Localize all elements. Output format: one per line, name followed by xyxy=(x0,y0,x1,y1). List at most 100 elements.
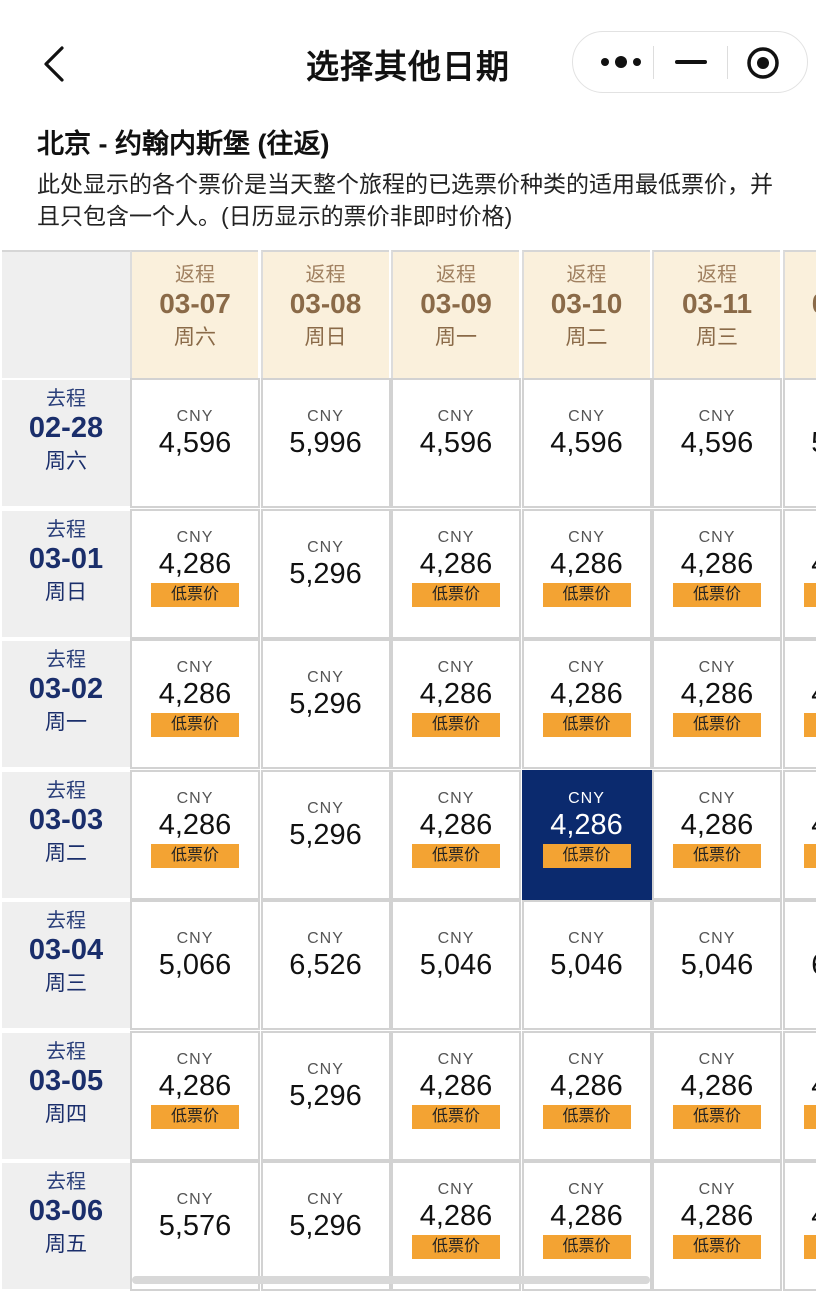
more-dots-icon[interactable] xyxy=(595,46,651,78)
fare-price: 4,596 xyxy=(419,427,493,459)
return-label: 返程 xyxy=(566,264,607,286)
fare-price: 4,286 xyxy=(680,1200,754,1232)
return-date-header[interactable]: 返程 03-07 周六 xyxy=(130,250,258,378)
fare-cell[interactable]: CNY 4,596 xyxy=(521,378,652,508)
fare-price: 4,286 xyxy=(680,547,754,580)
fare-cell[interactable]: CNY4,286低票价 xyxy=(391,639,521,769)
fare-cell[interactable]: CNY5,996 xyxy=(782,378,816,508)
depart-date-header[interactable]: 去程 03-01 周日 xyxy=(2,508,130,637)
low-fare-badge: 低票价 xyxy=(542,1235,631,1259)
fare-cell[interactable]: CNY 5,066 xyxy=(130,900,260,1030)
fare-cell[interactable]: CNY4,286低票价 xyxy=(391,508,521,639)
fare-cell[interactable]: CNY4,286低票价 xyxy=(521,1030,652,1161)
fare-price: 4,286 xyxy=(550,808,623,841)
fare-cell[interactable]: CNY4,286低票价 xyxy=(652,508,782,639)
fare-cell[interactable]: CNY 6,526 xyxy=(260,900,391,1030)
currency-label: CNY xyxy=(176,1191,214,1208)
currency-label: CNY xyxy=(785,529,816,547)
return-date-header[interactable]: 返程 03-09 周一 xyxy=(391,250,519,378)
depart-weekday: 周一 xyxy=(45,711,87,734)
fare-cell[interactable]: CNY4,286低票价 xyxy=(130,508,260,639)
fare-cell[interactable]: CNY 5,046 xyxy=(391,900,521,1030)
fare-cell[interactable]: CNY4,286低票价 xyxy=(782,639,816,769)
navigation-bar: 选择其他日期 xyxy=(0,0,816,120)
return-date-header[interactable]: 返程 03-11 周三 xyxy=(652,250,780,378)
fare-cell[interactable]: CNY4,286低票价 xyxy=(521,1161,652,1291)
fare-cell[interactable]: CNY 5,296 xyxy=(260,508,391,639)
target-close-icon[interactable] xyxy=(745,45,781,81)
currency-label: CNY xyxy=(307,930,344,947)
return-weekday: 周三 xyxy=(696,326,738,349)
horizontal-scrollbar[interactable] xyxy=(132,1276,650,1284)
fare-cell[interactable]: CNY 5,046 xyxy=(521,900,652,1030)
depart-date-header[interactable]: 去程 03-05 周四 xyxy=(2,1030,130,1159)
fare-cell[interactable]: CNY4,286低票价 xyxy=(391,1161,521,1291)
fare-price: 5,296 xyxy=(289,818,362,851)
currency-label: CNY xyxy=(176,789,214,807)
fare-cell[interactable]: CNY4,286低票价 xyxy=(782,769,816,900)
minimize-icon[interactable] xyxy=(671,46,711,78)
low-fare-badge: 低票价 xyxy=(803,582,816,607)
currency-label: CNY xyxy=(307,408,344,425)
fare-price: 4,286 xyxy=(158,1069,232,1102)
fare-cell[interactable]: CNY 4,596 xyxy=(391,378,521,508)
depart-date: 03-04 xyxy=(28,934,104,966)
low-fare-badge: 低票价 xyxy=(542,843,631,868)
fare-cell[interactable]: CNY4,286低票价 xyxy=(130,769,260,900)
fare-cell[interactable]: CNY4,286低票价 xyxy=(782,1161,816,1291)
fare-price: 4,596 xyxy=(158,427,232,459)
fare-cell[interactable]: CNY 5,296 xyxy=(260,1161,391,1291)
fare-cell[interactable]: CNY4,286低票价 xyxy=(652,1030,782,1161)
return-weekday: 周二 xyxy=(565,326,608,349)
fare-cell[interactable]: CNY 4,596 xyxy=(652,378,782,508)
return-label: 返程 xyxy=(697,264,737,286)
fare-price: 4,286 xyxy=(680,678,754,710)
fare-cell[interactable]: CNY4,286低票价 xyxy=(782,1030,816,1161)
fare-cell[interactable]: CNY 5,296 xyxy=(260,1030,391,1161)
fare-cell[interactable]: CNY4,286低票价 xyxy=(521,639,652,769)
fare-cell[interactable]: CNY4,286低票价 xyxy=(391,1030,521,1161)
currency-label: CNY xyxy=(568,659,605,676)
return-date-header[interactable]: 返程03-12周四 xyxy=(782,250,816,378)
depart-date-header[interactable]: 去程 03-03 周二 xyxy=(2,769,130,898)
fare-cell[interactable]: CNY4,286低票价 xyxy=(391,769,521,900)
fare-price: 6,526 xyxy=(289,949,362,981)
fare-cell[interactable]: CNY4,286低票价 xyxy=(652,769,782,900)
depart-date-header[interactable]: 去程 02-28 周六 xyxy=(2,378,130,506)
fare-cell[interactable]: CNY4,286低票价 xyxy=(521,508,652,639)
depart-date: 03-05 xyxy=(28,1064,104,1097)
fare-cell[interactable]: CNY4,286低票价 xyxy=(130,639,260,769)
fare-price: 4,286 xyxy=(785,547,816,581)
fare-price: 5,066 xyxy=(158,949,232,981)
fare-cell[interactable]: CNY4,286低票价 xyxy=(652,1161,782,1291)
fare-cell[interactable]: CNY5,996 xyxy=(260,378,391,508)
fare-price: 4,286 xyxy=(419,808,493,841)
fare-cell[interactable]: CNY 5,046 xyxy=(652,900,782,1030)
low-fare-badge: 低票价 xyxy=(412,1104,500,1129)
currency-label: CNY xyxy=(568,1181,605,1198)
fare-cell[interactable]: CNY 5,296 xyxy=(260,639,391,769)
currency-label: CNY xyxy=(437,1050,475,1068)
return-date-header[interactable]: 返程 03-10 周二 xyxy=(521,250,650,378)
return-date-header[interactable]: 返程 03-08 周日 xyxy=(260,250,389,378)
return-weekday: 周一 xyxy=(435,326,477,349)
depart-label: 去程 xyxy=(46,649,86,671)
currency-label: CNY xyxy=(176,930,214,947)
depart-date-header[interactable]: 去程 03-02 周一 xyxy=(2,639,130,767)
fare-cell[interactable]: CNY6,526 xyxy=(782,900,816,1030)
depart-date-header[interactable]: 去程 03-04 周三 xyxy=(2,900,130,1028)
fare-price: 4,286 xyxy=(158,808,232,841)
fare-price: 4,286 xyxy=(680,1069,754,1102)
low-fare-badge: 低票价 xyxy=(151,582,239,607)
currency-label: CNY xyxy=(176,659,214,676)
fare-cell[interactable]: CNY 5,576 xyxy=(130,1161,260,1291)
fare-cell[interactable]: CNY 5,296 xyxy=(260,769,391,900)
fare-cell[interactable]: CNY4,286低票价 xyxy=(130,1030,260,1161)
selected-fare-cell[interactable]: CNY 4,286 低票价 xyxy=(521,769,652,900)
fare-cell[interactable]: CNY 4,596 xyxy=(130,378,260,508)
fare-cell[interactable]: CNY4,286低票价 xyxy=(652,639,782,769)
capsule-divider xyxy=(653,46,654,79)
fare-cell[interactable]: CNY4,286低票价 xyxy=(782,508,816,639)
depart-date-header[interactable]: 去程 03-06 周五 xyxy=(2,1161,130,1289)
currency-label: CNY xyxy=(698,789,736,807)
